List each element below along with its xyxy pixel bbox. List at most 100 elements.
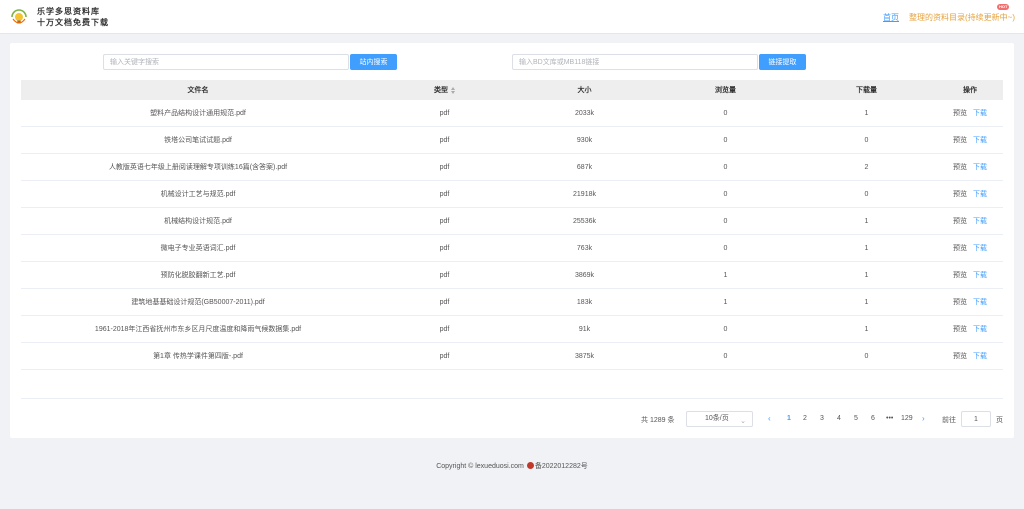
preview-link[interactable]: 预览 [953, 299, 967, 306]
download-link[interactable]: 下载 [973, 191, 987, 198]
view-count-cell: 0 [655, 100, 796, 127]
preview-link[interactable]: 预览 [953, 353, 967, 360]
nav-catalog-link[interactable]: 整理的资料目录(持续更新中~) [909, 12, 1015, 23]
preview-link[interactable]: 预览 [953, 164, 967, 171]
link-extract-input[interactable] [512, 54, 758, 70]
file-table: 文件名 类型 大小 浏览量 下载量 操作 塑料产品结构设计通用规范.pdf pdf… [21, 80, 1003, 370]
keyword-search-input[interactable] [103, 54, 349, 70]
download-link[interactable]: 下载 [973, 164, 987, 171]
file-type-cell: pdf [375, 288, 514, 316]
table-header-row: 文件名 类型 大小 浏览量 下载量 操作 [21, 80, 1003, 100]
download-link[interactable]: 下载 [973, 353, 987, 360]
file-name-cell: 第1章 传热学课件第四版-.pdf [21, 342, 375, 370]
page-129[interactable]: 129 [901, 415, 913, 422]
download-link[interactable]: 下载 [973, 218, 987, 225]
download-link[interactable]: 下载 [973, 272, 987, 279]
site-search-button[interactable]: 站内搜索 [350, 54, 397, 70]
download-count-cell: 1 [796, 315, 937, 343]
page-5[interactable]: 5 [854, 415, 858, 422]
file-name-cell: 1961-2018年江西省抚州市东乡区月尺度温度和降雨气候数据集.pdf [21, 315, 375, 343]
file-type-cell: pdf [375, 100, 514, 127]
view-count-cell: 0 [655, 180, 796, 208]
sort-icon[interactable] [451, 86, 455, 94]
file-name-cell: 微电子专业英语词汇.pdf [21, 234, 375, 262]
preview-link[interactable]: 预览 [953, 191, 967, 198]
page-6[interactable]: 6 [871, 415, 875, 422]
column-header-size: 大小 [514, 80, 655, 100]
goto-label: 前往 [942, 417, 956, 424]
actions-cell: 预览 下载 [937, 180, 1003, 208]
file-size-cell: 183k [514, 288, 655, 316]
table-row: 微电子专业英语词汇.pdf pdf 763k 0 1 预览 下载 [21, 234, 1003, 262]
download-count-cell: 1 [796, 261, 937, 289]
page-unit-label: 页 [996, 417, 1003, 424]
file-size-cell: 21918k [514, 180, 655, 208]
preview-link[interactable]: 预览 [953, 272, 967, 279]
download-count-cell: 1 [796, 207, 937, 235]
goto-page-input[interactable] [961, 411, 991, 427]
preview-link[interactable]: 预览 [953, 326, 967, 333]
download-link[interactable]: 下载 [973, 137, 987, 144]
column-header-filename: 文件名 [21, 80, 375, 100]
download-count-cell: 0 [796, 180, 937, 208]
download-count-cell: 1 [796, 288, 937, 316]
file-type-cell: pdf [375, 342, 514, 370]
column-header-type[interactable]: 类型 [375, 80, 514, 100]
preview-link[interactable]: 预览 [953, 218, 967, 225]
page-size-select[interactable]: 10条/页 ⌄ [686, 411, 753, 427]
file-type-cell: pdf [375, 234, 514, 262]
file-size-cell: 91k [514, 315, 655, 343]
download-count-cell: 1 [796, 100, 937, 127]
preview-link[interactable]: 预览 [953, 137, 967, 144]
download-count-cell: 2 [796, 153, 937, 181]
file-name-cell: 建筑地基基础设计规范(GB50007-2011).pdf [21, 288, 375, 316]
preview-link[interactable]: 预览 [953, 110, 967, 117]
download-link[interactable]: 下载 [973, 110, 987, 117]
file-name-cell: 预防化脱胶翻新工艺.pdf [21, 261, 375, 289]
preview-link[interactable]: 预览 [953, 245, 967, 252]
download-link[interactable]: 下载 [973, 299, 987, 306]
page-4[interactable]: 4 [837, 415, 841, 422]
actions-cell: 预览 下载 [937, 261, 1003, 289]
page-size-value: 10条/页 [705, 415, 729, 422]
download-link[interactable]: 下载 [973, 245, 987, 252]
page-3[interactable]: 3 [820, 415, 824, 422]
download-link[interactable]: 下载 [973, 326, 987, 333]
actions-cell: 预览 下载 [937, 315, 1003, 343]
police-badge-icon [526, 461, 534, 469]
table-row: 塑料产品结构设计通用规范.pdf pdf 2033k 0 1 预览 下载 [21, 100, 1003, 127]
more-pages-ellipsis[interactable]: ••• [886, 415, 893, 422]
next-page-button[interactable]: › [922, 414, 925, 423]
actions-cell: 预览 下载 [937, 126, 1003, 154]
file-name-cell: 铁塔公司笔试试题.pdf [21, 126, 375, 154]
file-type-cell: pdf [375, 207, 514, 235]
table-row: 铁塔公司笔试试题.pdf pdf 930k 0 0 预览 下载 [21, 126, 1003, 154]
table-row: 机械设计工艺与规范.pdf pdf 21918k 0 0 预览 下载 [21, 180, 1003, 208]
view-count-cell: 0 [655, 342, 796, 370]
link-extract-button[interactable]: 链接提取 [759, 54, 806, 70]
view-count-cell: 0 [655, 315, 796, 343]
brand-name: 乐学多思资料库 [37, 6, 100, 16]
file-size-cell: 687k [514, 153, 655, 181]
file-type-cell: pdf [375, 180, 514, 208]
view-count-cell: 0 [655, 153, 796, 181]
table-row: 1961-2018年江西省抚州市东乡区月尺度温度和降雨气候数据集.pdf pdf 9… [21, 315, 1003, 343]
table-divider [21, 398, 1003, 399]
file-type-cell: pdf [375, 315, 514, 343]
actions-cell: 预览 下载 [937, 234, 1003, 262]
page-2[interactable]: 2 [803, 415, 807, 422]
download-count-cell: 0 [796, 126, 937, 154]
page-1[interactable]: 1 [787, 415, 791, 422]
file-size-cell: 3869k [514, 261, 655, 289]
icp-record-link[interactable]: 备2022012282号 [535, 463, 588, 470]
file-type-cell: pdf [375, 126, 514, 154]
view-count-cell: 0 [655, 234, 796, 262]
prev-page-button[interactable]: ‹ [768, 414, 771, 423]
actions-cell: 预览 下载 [937, 207, 1003, 235]
table-row: 机械结构设计规范.pdf pdf 25536k 0 1 预览 下载 [21, 207, 1003, 235]
download-count-cell: 0 [796, 342, 937, 370]
lightbulb-logo-icon [11, 9, 27, 24]
nav-home-link[interactable]: 首页 [883, 12, 899, 23]
actions-cell: 预览 下载 [937, 100, 1003, 127]
file-type-cell: pdf [375, 153, 514, 181]
